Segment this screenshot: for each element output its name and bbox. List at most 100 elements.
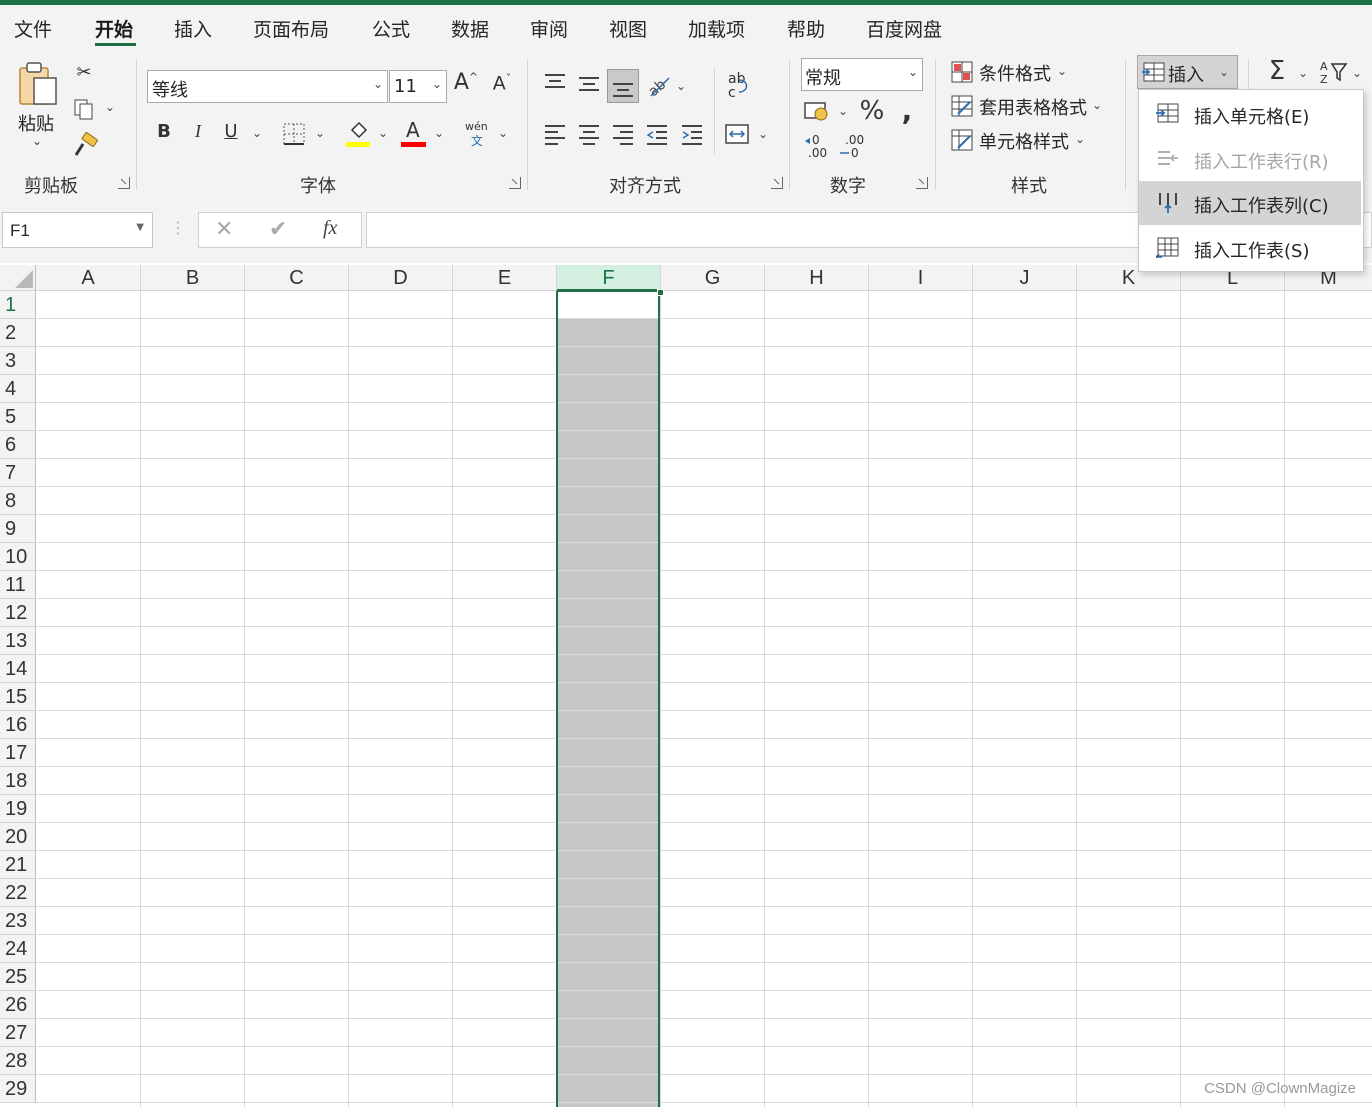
font-name-box[interactable]: 等线 ⌄ (147, 70, 388, 103)
row-header[interactable]: 19 (0, 795, 36, 823)
column-header-d[interactable]: D (349, 265, 453, 291)
active-cell[interactable] (558, 292, 658, 318)
row-header[interactable]: 3 (0, 347, 36, 375)
column-header-b[interactable]: B (141, 265, 245, 291)
format-painter-icon[interactable] (72, 132, 100, 163)
align-left-icon[interactable] (543, 122, 567, 146)
cell-styles-button[interactable]: 单元格样式 ⌄ (950, 126, 1090, 154)
paste-button[interactable]: 粘贴 ⌄ (16, 60, 62, 160)
underline-icon[interactable]: U (220, 121, 242, 142)
chevron-down-icon[interactable]: ⌄ (1298, 66, 1308, 80)
menu-item-insert-sheet[interactable]: 插入工作表(S) (1139, 226, 1361, 270)
row-header[interactable]: 16 (0, 711, 36, 739)
chevron-down-icon[interactable]: ⌄ (498, 126, 508, 140)
tab-review[interactable]: 审阅 (530, 15, 568, 42)
chevron-down-icon[interactable]: ⌄ (378, 126, 388, 140)
borders-icon[interactable] (282, 122, 306, 146)
insert-function-icon[interactable]: fx (323, 217, 337, 240)
row-header[interactable]: 7 (0, 459, 36, 487)
cancel-icon[interactable]: ✕ (215, 217, 233, 242)
percent-style-icon[interactable]: % (858, 96, 886, 126)
comma-style-icon[interactable]: , (896, 94, 918, 127)
cut-icon[interactable]: ✂ (72, 62, 96, 83)
menu-item-insert-cells[interactable]: 插入单元格(E) (1139, 92, 1361, 136)
row-header[interactable]: 26 (0, 991, 36, 1019)
tab-file[interactable]: 文件 (14, 15, 52, 42)
column-header-e[interactable]: E (453, 265, 557, 291)
merge-center-icon[interactable] (724, 122, 750, 146)
column-header-h[interactable]: H (765, 265, 869, 291)
bottom-align-icon[interactable] (607, 69, 639, 103)
tab-data[interactable]: 数据 (451, 15, 489, 42)
increase-decimal-icon[interactable]: 0.00 (804, 132, 832, 160)
chevron-down-icon[interactable]: ⌄ (758, 127, 768, 141)
column-header-j[interactable]: J (973, 265, 1077, 291)
chevron-down-icon[interactable]: ⌄ (1352, 66, 1362, 80)
font-size-box[interactable]: 11 ⌄ (389, 70, 447, 103)
select-all-button[interactable] (0, 265, 36, 291)
insert-cells-button[interactable]: 插入 ⌄ (1137, 55, 1238, 89)
fill-handle[interactable] (657, 289, 664, 296)
tab-insert[interactable]: 插入 (174, 15, 212, 42)
accounting-format-icon[interactable] (803, 98, 831, 124)
tab-formulas[interactable]: 公式 (372, 15, 410, 42)
menu-item-insert-sheet-columns[interactable]: 插入工作表列(C) (1139, 181, 1361, 225)
name-box[interactable]: F1 ▼ (2, 212, 153, 248)
tab-baidu-netdisk[interactable]: 百度网盘 (866, 15, 942, 42)
row-header[interactable]: 6 (0, 431, 36, 459)
autosum-icon[interactable]: Σ (1264, 56, 1290, 86)
number-format-box[interactable]: 常规 ⌄ (801, 58, 923, 91)
row-header[interactable]: 25 (0, 963, 36, 991)
orientation-icon[interactable]: ab (645, 72, 671, 100)
tab-page-layout[interactable]: 页面布局 (253, 15, 329, 42)
row-header[interactable]: 21 (0, 851, 36, 879)
row-header[interactable]: 15 (0, 683, 36, 711)
top-align-icon[interactable] (543, 72, 567, 96)
row-header[interactable]: 4 (0, 375, 36, 403)
row-header[interactable]: 27 (0, 1019, 36, 1047)
increase-font-size-icon[interactable]: A^ (452, 70, 480, 95)
row-header[interactable]: 12 (0, 599, 36, 627)
row-header[interactable]: 28 (0, 1047, 36, 1075)
tab-help[interactable]: 帮助 (787, 15, 825, 42)
row-header[interactable]: 24 (0, 935, 36, 963)
row-header[interactable]: 14 (0, 655, 36, 683)
tab-home[interactable]: 开始 (95, 15, 133, 42)
row-header[interactable]: 18 (0, 767, 36, 795)
row-header[interactable]: 9 (0, 515, 36, 543)
chevron-down-icon[interactable]: ⌄ (434, 126, 444, 140)
menu-item-insert-sheet-rows[interactable]: 插入工作表行(R) (1139, 137, 1361, 181)
italic-icon[interactable]: I (187, 121, 209, 142)
middle-align-icon[interactable] (577, 72, 601, 96)
format-as-table-button[interactable]: 套用表格格式 ⌄ (950, 92, 1110, 120)
column-header-i[interactable]: I (869, 265, 973, 291)
font-color-icon[interactable]: A (401, 118, 427, 148)
column-header-a[interactable]: A (36, 265, 141, 291)
column-header-g[interactable]: G (661, 265, 765, 291)
wrap-text-icon[interactable]: ab c (725, 70, 753, 101)
row-header[interactable]: 13 (0, 627, 36, 655)
row-header[interactable]: 1 (0, 291, 36, 319)
row-header[interactable]: 10 (0, 543, 36, 571)
row-header[interactable]: 8 (0, 487, 36, 515)
chevron-down-icon[interactable]: ⌄ (315, 126, 325, 140)
copy-icon[interactable] (72, 98, 96, 125)
align-center-icon[interactable] (577, 122, 601, 146)
chevron-down-icon[interactable]: ⌄ (105, 100, 115, 114)
decrease-decimal-icon[interactable]: .00 0 (839, 132, 867, 160)
conditional-formatting-button[interactable]: 条件格式 ⌄ (950, 58, 1080, 86)
decrease-font-size-icon[interactable]: Aˇ (488, 72, 516, 94)
chevron-down-icon[interactable]: ⌄ (252, 126, 262, 140)
row-header[interactable]: 5 (0, 403, 36, 431)
column-header-c[interactable]: C (245, 265, 349, 291)
row-header[interactable]: 2 (0, 319, 36, 347)
decrease-indent-icon[interactable] (645, 122, 669, 146)
bold-icon[interactable]: B (153, 121, 175, 142)
enter-icon[interactable]: ✔ (269, 217, 287, 242)
align-right-icon[interactable] (611, 122, 635, 146)
row-header[interactable]: 23 (0, 907, 36, 935)
chevron-down-icon[interactable]: ⌄ (676, 79, 686, 93)
row-header[interactable]: 29 (0, 1075, 36, 1103)
dialog-launcher-icon[interactable] (916, 177, 928, 189)
fill-color-icon[interactable] (346, 118, 372, 148)
